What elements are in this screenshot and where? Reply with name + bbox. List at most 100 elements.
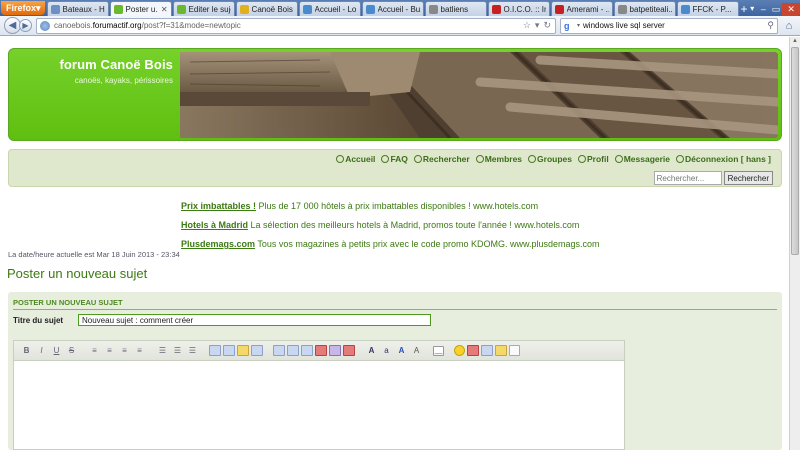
date-icon[interactable]	[467, 345, 479, 356]
menu-link[interactable]: Messagerie	[614, 154, 670, 164]
minimize-icon[interactable]: –	[757, 3, 770, 16]
tab-label: Poster u...	[125, 4, 158, 14]
indent-icon[interactable]: ☰	[186, 344, 199, 357]
site-title[interactable]: forum Canoë Bois	[59, 57, 173, 72]
forward-arrow-icon[interactable]: ▶	[19, 19, 32, 32]
image-icon[interactable]	[287, 345, 299, 356]
close-tab-icon[interactable]: ✕	[161, 3, 168, 16]
align-right-icon[interactable]: ≡	[118, 344, 131, 357]
browser-tab[interactable]: batliens	[424, 1, 487, 16]
table-icon[interactable]	[273, 345, 285, 356]
post-section-header: POSTER UN NOUVEAU SUJET	[13, 298, 123, 307]
forum-header: forum Canoë Bois canoës, kayaks, périsso…	[8, 48, 782, 141]
menu-item-icon	[614, 155, 623, 163]
bullet-list-icon[interactable]: ☰	[156, 344, 169, 357]
paste-icon[interactable]	[495, 345, 507, 356]
browser-tab[interactable]: Amerami - ...	[550, 1, 613, 16]
menu-link-label: Profil	[586, 154, 609, 164]
list-all-tabs-icon[interactable]: ▾	[748, 2, 756, 16]
favicon-icon	[50, 4, 60, 14]
browser-tab[interactable]: batpetiteali...	[613, 1, 676, 16]
youtube-icon[interactable]	[315, 345, 327, 356]
menu-link-label: Accueil	[345, 154, 376, 164]
browser-tab[interactable]: Poster u...✕	[109, 1, 172, 16]
remove-format-icon[interactable]: A	[410, 344, 423, 357]
dropdown-arrow-icon[interactable]: ▾	[535, 20, 540, 31]
spoiler-icon[interactable]	[237, 345, 249, 356]
menu-link[interactable]: Accueil	[336, 154, 375, 164]
scroll-up-icon[interactable]: ▲	[792, 38, 798, 44]
menu-link[interactable]: Groupes	[528, 154, 572, 164]
ad-text: La sélection des meilleurs hotels à Madr…	[248, 220, 580, 230]
page-scrollbar[interactable]: ▲	[789, 37, 800, 450]
forum-search-button[interactable]: Rechercher	[723, 171, 773, 185]
url-bar[interactable]: canoebois.forumactif.org/post?f=31&mode=…	[36, 17, 556, 34]
ad-title-link[interactable]: Plusdemags.com	[181, 239, 255, 249]
menu-item-icon	[413, 155, 422, 163]
browser-tab[interactable]: Accueil - Bu...	[361, 1, 424, 16]
align-center-icon[interactable]: ≡	[103, 344, 116, 357]
site-identity-icon[interactable]	[40, 20, 50, 31]
section-divider	[13, 309, 777, 310]
browser-tab[interactable]: O.I.C.O. :: In...	[487, 1, 550, 16]
close-window-icon[interactable]: ✕	[782, 3, 800, 16]
menu-link[interactable]: Membres	[475, 154, 522, 164]
favicon-icon	[554, 4, 564, 14]
font-size-icon[interactable]: a	[380, 344, 393, 357]
bookmark-star-icon[interactable]: ☆	[523, 20, 531, 31]
current-datetime: La date/heure actuelle est Mar 18 Juin 2…	[8, 250, 180, 259]
numbered-list-icon[interactable]: ☰	[171, 344, 184, 357]
font-icon[interactable]: A	[365, 344, 378, 357]
menu-link[interactable]: FAQ	[381, 154, 408, 164]
strikethrough-icon[interactable]: S	[65, 344, 78, 357]
upload-icon[interactable]	[343, 345, 355, 356]
reload-icon[interactable]: ↻	[543, 20, 551, 31]
source-icon[interactable]	[509, 345, 520, 356]
scrollbar-thumb[interactable]	[791, 47, 799, 255]
ad-row: Hotels à Madrid La sélection des meilleu…	[181, 216, 600, 235]
favicon-icon	[491, 4, 501, 14]
hide-icon[interactable]	[251, 345, 263, 356]
tab-label: Accueil - Lo...	[314, 4, 357, 14]
smiley-icon[interactable]	[454, 345, 465, 356]
tab-strip: Bateaux - H... Poster u...✕ Editer le suje…	[46, 1, 740, 16]
menu-link[interactable]: Déconnexion [ hans ]	[676, 154, 771, 164]
new-tab-icon[interactable]: +	[740, 2, 749, 16]
menu-link[interactable]: Profil	[577, 154, 609, 164]
tab-label: Accueil - Bu...	[377, 4, 420, 14]
forum-search-input[interactable]	[653, 171, 722, 185]
justify-icon[interactable]: ≡	[133, 344, 146, 357]
underline-icon[interactable]: U	[50, 344, 63, 357]
code-icon[interactable]	[223, 345, 235, 356]
align-left-icon[interactable]: ≡	[88, 344, 101, 357]
dropdown-small-icon[interactable]: ▾	[577, 22, 580, 29]
magnifier-icon[interactable]: ⚲	[767, 20, 777, 31]
browser-tab[interactable]: Bateaux - H...	[46, 1, 109, 16]
browser-tab[interactable]: FFCK - P...	[676, 1, 739, 16]
web-search-box[interactable]: g ▾ ⚲	[560, 17, 778, 34]
browser-tab[interactable]: Canoë Bois ...	[235, 1, 298, 16]
bold-icon[interactable]: B	[20, 344, 33, 357]
editor-toolbar: B I U S ≡ ≡ ≡ ≡ ☰ ☰ ☰ A a A A —	[14, 341, 624, 361]
firefox-menu-button[interactable]: Firefox ▾	[1, 1, 45, 15]
maximize-icon[interactable]: ▭	[770, 3, 783, 16]
menu-link[interactable]: Rechercher	[413, 154, 470, 164]
message-editor[interactable]: B I U S ≡ ≡ ≡ ≡ ☰ ☰ ☰ A a A A —	[13, 340, 625, 450]
ad-title-link[interactable]: Hotels à Madrid	[181, 220, 248, 230]
link-icon[interactable]	[301, 345, 313, 356]
google-icon[interactable]: g	[564, 21, 574, 31]
browser-tab[interactable]: Accueil - Lo...	[298, 1, 361, 16]
copy-icon[interactable]	[481, 345, 493, 356]
browser-tab[interactable]: Editer le sujet	[172, 1, 235, 16]
horizontal-rule-icon[interactable]: —	[433, 345, 444, 358]
favicon-icon	[617, 4, 627, 14]
web-search-input[interactable]	[583, 21, 765, 30]
subject-input[interactable]	[78, 314, 431, 326]
home-icon[interactable]: ⌂	[782, 19, 796, 33]
flash-icon[interactable]	[329, 345, 341, 356]
ad-title-link[interactable]: Prix imbattables !	[181, 201, 256, 211]
font-color-icon[interactable]: A	[395, 344, 408, 357]
italic-icon[interactable]: I	[35, 344, 48, 357]
quote-icon[interactable]	[209, 345, 221, 356]
ads-block: Prix imbattables ! Plus de 17 000 hôtels…	[181, 197, 600, 254]
